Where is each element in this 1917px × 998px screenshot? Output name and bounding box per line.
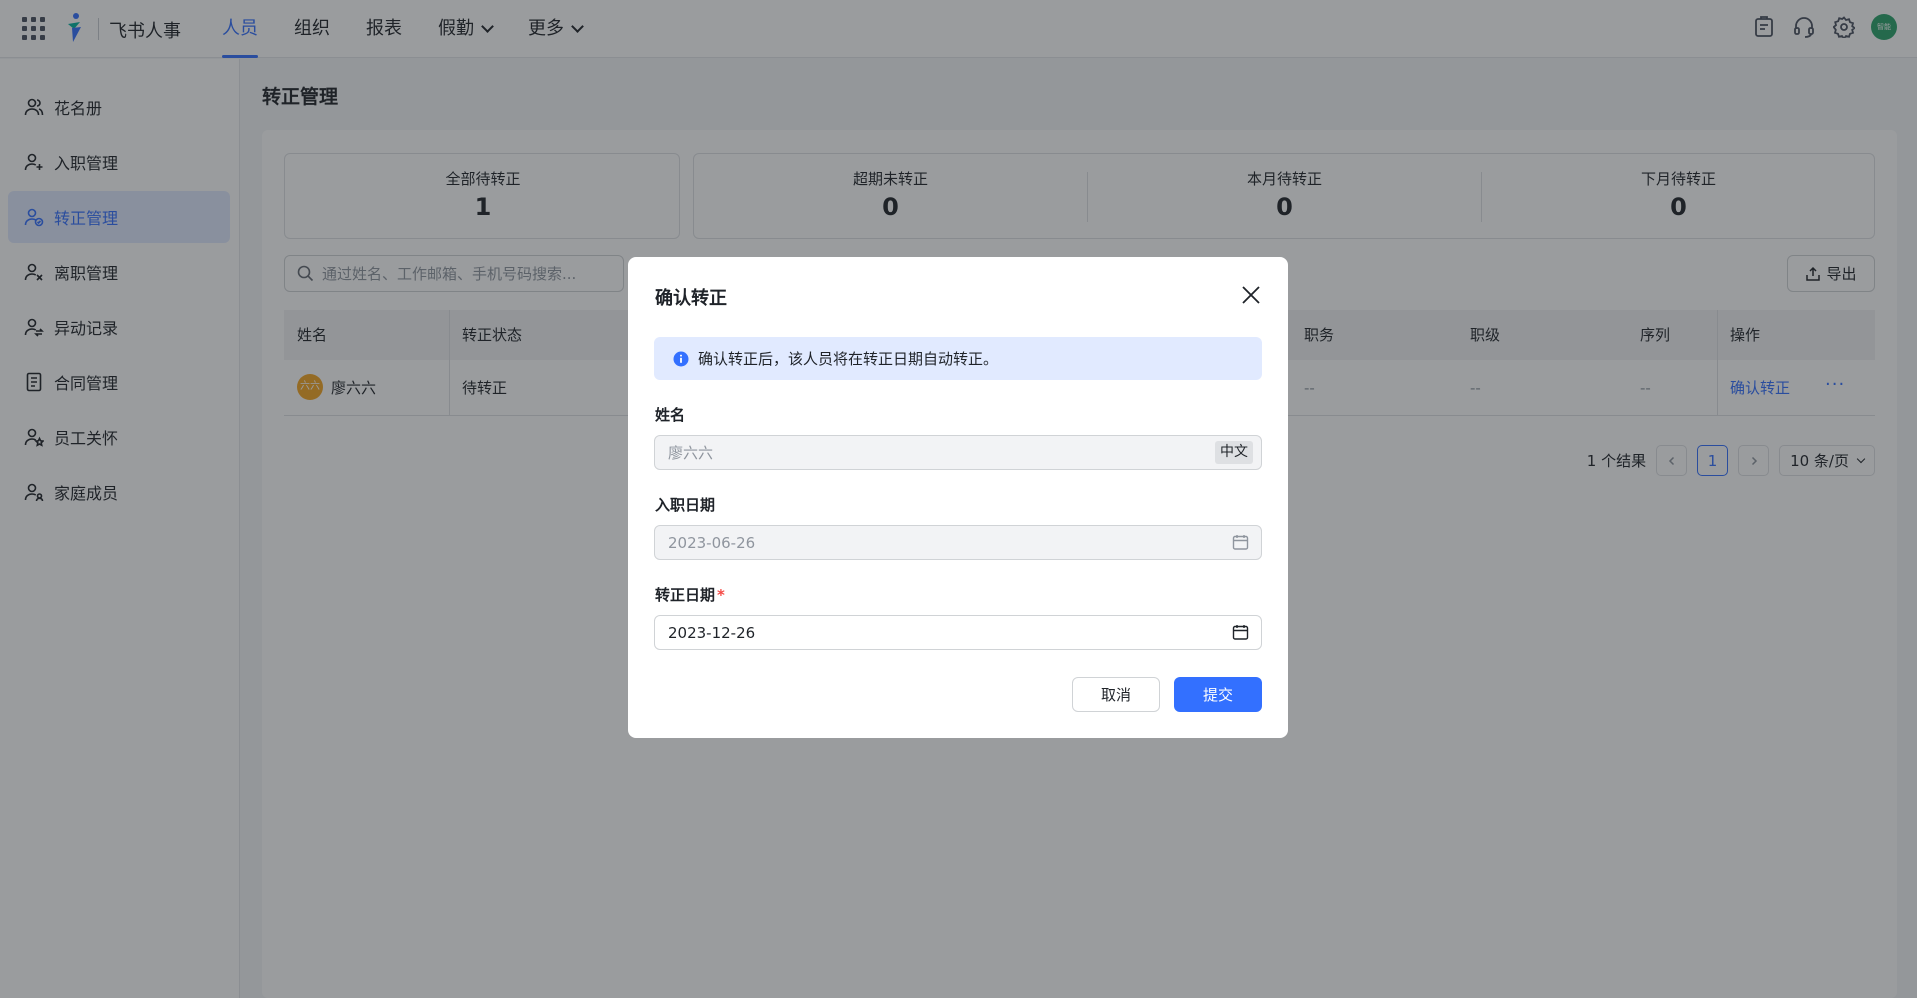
cancel-button[interactable]: 取消: [1072, 677, 1160, 712]
calendar-icon: [1232, 535, 1249, 550]
regularization-date-field[interactable]: 2023-12-26: [654, 615, 1262, 650]
join-date-field: 2023-06-26: [654, 525, 1262, 560]
required-mark: *: [717, 586, 725, 604]
language-tag: 中文: [1215, 441, 1253, 464]
calendar-icon[interactable]: [1232, 624, 1249, 641]
submit-button[interactable]: 提交: [1174, 677, 1262, 712]
dialog-title: 确认转正: [655, 288, 727, 309]
close-icon[interactable]: [1240, 284, 1262, 306]
info-icon: [673, 351, 689, 366]
name-label: 姓名: [655, 406, 686, 424]
join-date-label: 入职日期: [655, 496, 716, 514]
regularization-date-label: 转正日期 *: [655, 586, 725, 604]
name-field: 廖六六 中文: [654, 435, 1262, 470]
info-notice: 确认转正后，该人员将在转正日期自动转正。: [654, 337, 1262, 380]
confirm-regularization-dialog: 确认转正 确认转正后，该人员将在转正日期自动转正。 姓名 廖六六 中文 入职日期…: [628, 257, 1288, 738]
